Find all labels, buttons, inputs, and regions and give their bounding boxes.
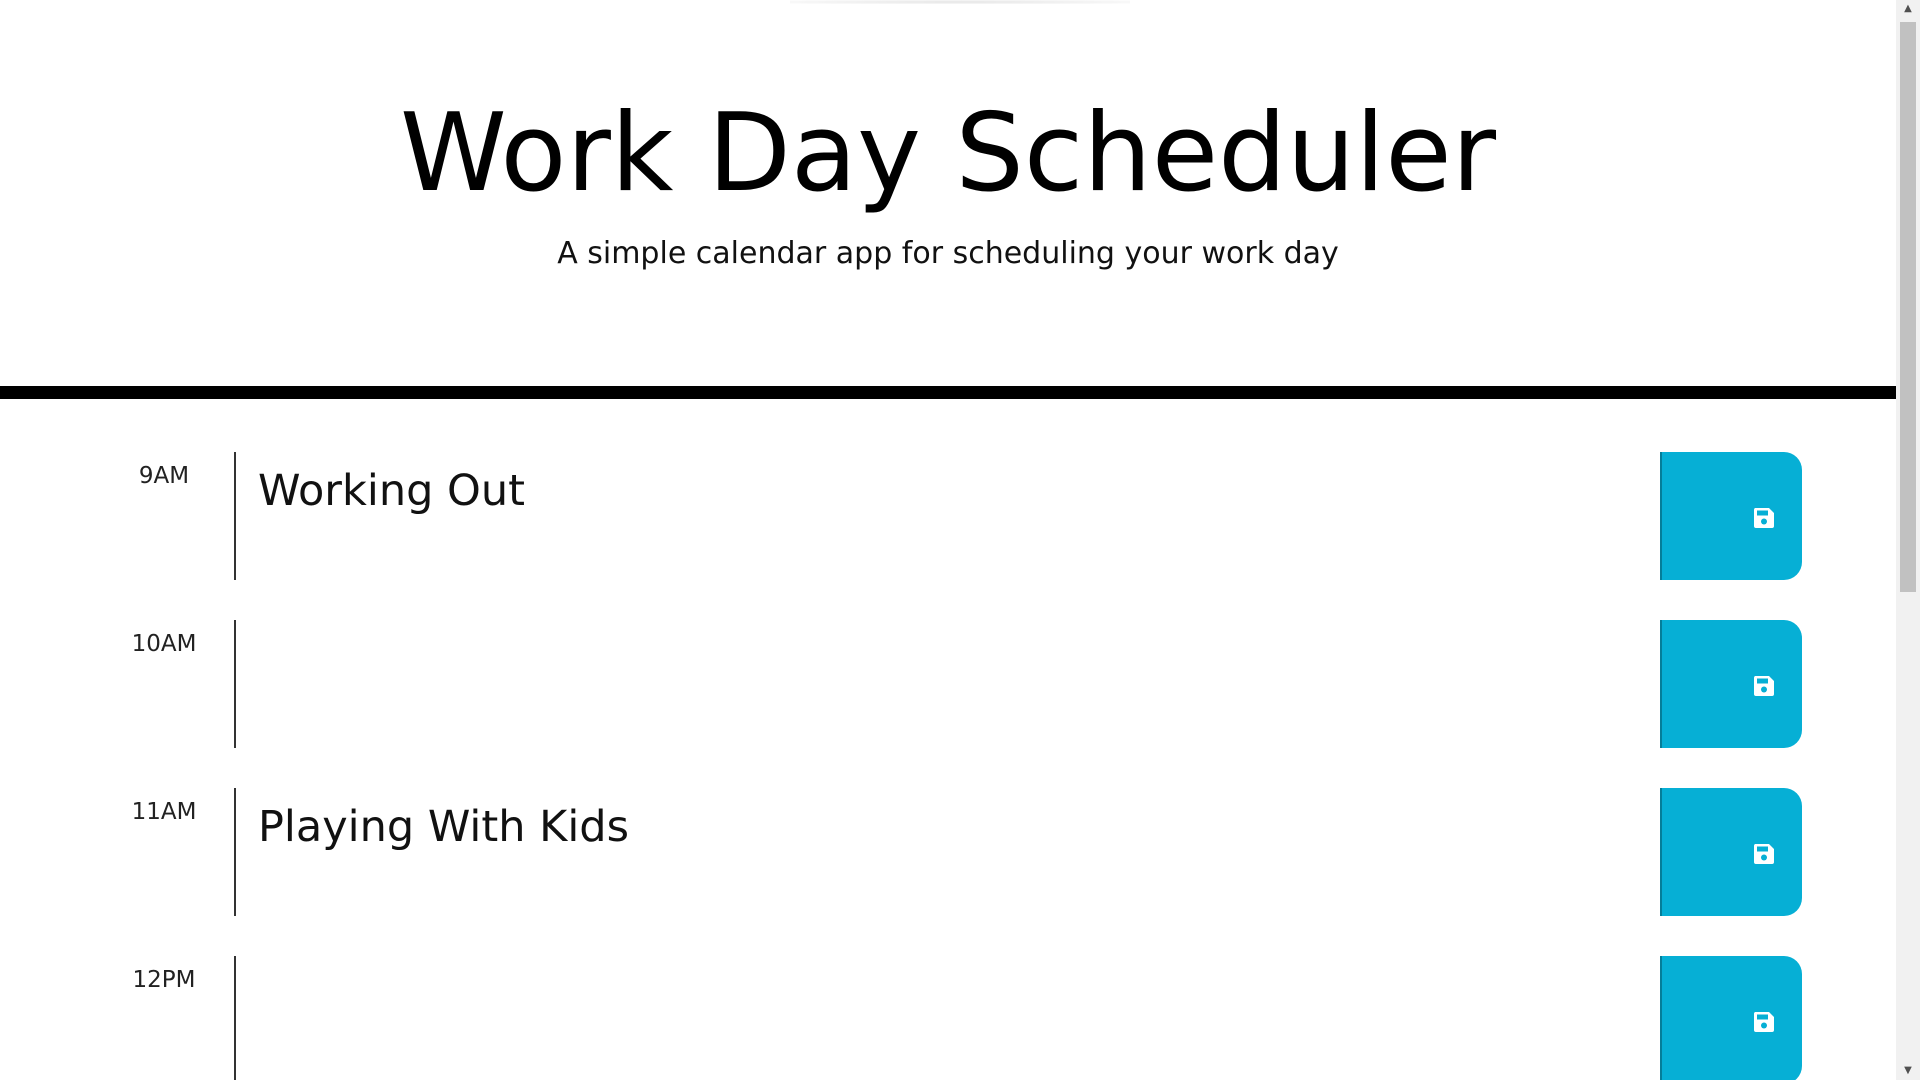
hour-label: 10AM [131,631,197,657]
time-block-9am: 9AM Working Out [0,452,1896,580]
scroll-down-arrow[interactable]: ▼ [1896,1062,1920,1080]
event-input[interactable]: Working Out [236,452,1656,580]
page-title: Work Day Scheduler [399,91,1497,216]
event-input[interactable]: Playing With Kids [236,788,1656,916]
vertical-scrollbar[interactable]: ▲ ▼ [1896,0,1920,1080]
jumbotron-header: Work Day Scheduler A simple calendar app… [0,0,1896,399]
save-icon [1753,676,1774,696]
scroll-up-arrow[interactable]: ▲ [1896,0,1920,18]
event-input[interactable] [236,620,1656,748]
schedule-container: 9AM Working Out 10AM 11AM Playing With K… [0,452,1896,1080]
save-button[interactable] [1660,788,1802,916]
page: Work Day Scheduler A simple calendar app… [0,0,1896,1080]
hour-label: 12PM [132,967,196,993]
page-subtitle: A simple calendar app for scheduling you… [557,236,1339,271]
scroll-thumb[interactable] [1900,22,1916,592]
save-icon [1753,844,1774,864]
hour-label: 9AM [138,463,190,489]
save-button[interactable] [1660,620,1802,748]
time-block-12pm: 12PM [0,956,1896,1080]
time-block-10am: 10AM [0,620,1896,748]
save-icon [1753,1012,1774,1032]
time-block-11am: 11AM Playing With Kids [0,788,1896,916]
event-input[interactable] [236,956,1656,1080]
save-button[interactable] [1660,956,1802,1080]
save-button[interactable] [1660,452,1802,580]
hour-label: 11AM [131,799,197,825]
save-icon [1753,508,1774,528]
